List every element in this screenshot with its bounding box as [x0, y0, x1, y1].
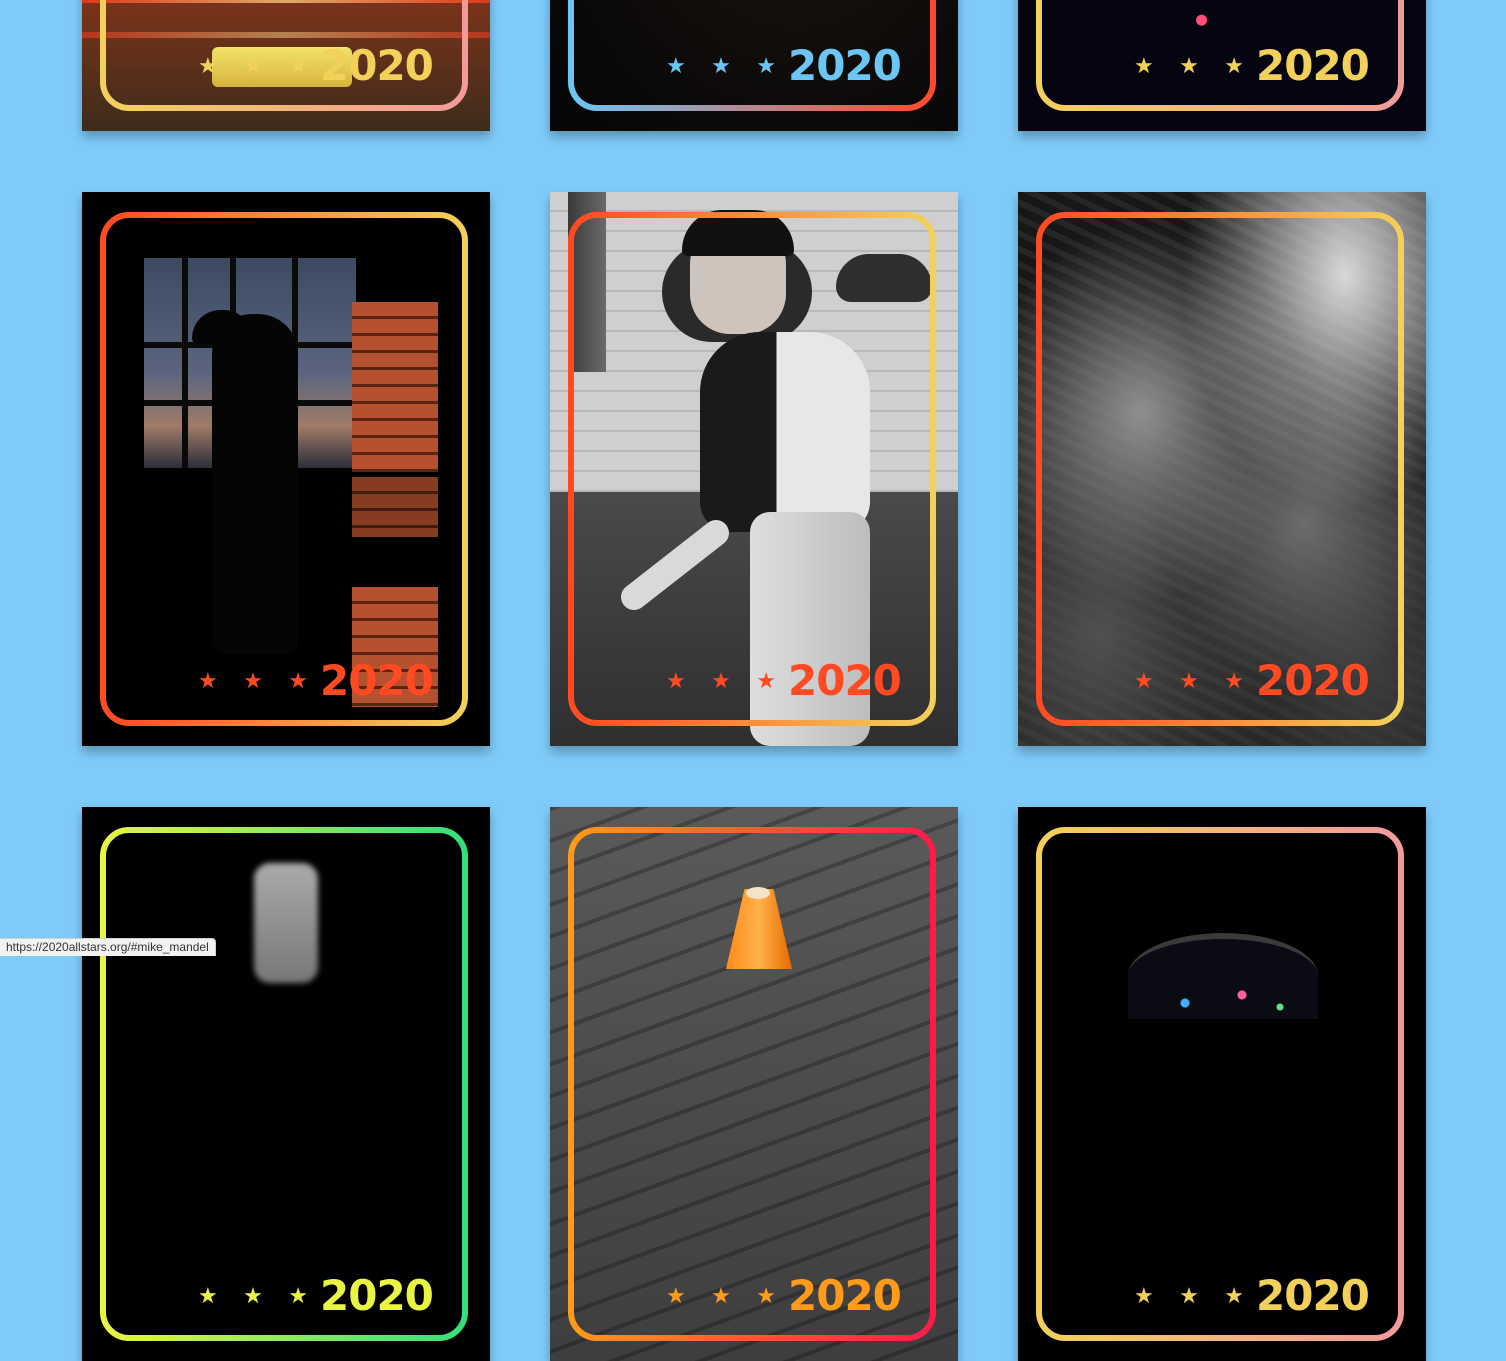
star-icon: ★ [243, 669, 263, 694]
card-year: 2020 [788, 656, 902, 705]
card-year: 2020 [788, 41, 902, 90]
star-icon: ★ [198, 669, 218, 694]
card-year: 2020 [788, 1271, 902, 1320]
star-icon: ★ [243, 1284, 263, 1309]
status-bar-url: https://2020allstars.org/#mike_mandel [0, 938, 216, 956]
card-stars: ★ ★ ★ [198, 668, 308, 696]
star-icon: ★ [1134, 669, 1154, 694]
card-year: 2020 [320, 656, 434, 705]
star-icon: ★ [666, 54, 686, 79]
player-card[interactable]: ★ ★ ★ 2020 [550, 807, 958, 1361]
star-icon: ★ [756, 1284, 776, 1309]
star-icon: ★ [1224, 1284, 1244, 1309]
star-icon: ★ [1224, 669, 1244, 694]
star-icon: ★ [1134, 54, 1154, 79]
player-card[interactable]: ★ ★ ★ 2020 [82, 192, 490, 746]
card-stars: ★ ★ ★ [198, 1283, 308, 1311]
card-stars: ★ ★ ★ [1134, 668, 1244, 696]
player-card[interactable]: ★ ★ ★ 2020 [1018, 807, 1426, 1361]
player-card[interactable]: ★ ★ ★ 2020 [82, 807, 490, 1361]
star-icon: ★ [1179, 54, 1199, 79]
card-stars: ★ ★ ★ [666, 668, 776, 696]
star-icon: ★ [198, 1284, 218, 1309]
star-icon: ★ [666, 669, 686, 694]
player-card[interactable]: ★ ★ ★ 2020 [550, 0, 958, 131]
card-stars: ★ ★ ★ [198, 53, 308, 81]
card-stars: ★ ★ ★ [666, 1283, 776, 1311]
star-icon: ★ [756, 54, 776, 79]
star-icon: ★ [1134, 1284, 1154, 1309]
card-stars: ★ ★ ★ [1134, 53, 1244, 81]
star-icon: ★ [1179, 1284, 1199, 1309]
card-year: 2020 [1256, 41, 1370, 90]
player-card[interactable]: ★ ★ ★ 2020 [82, 0, 490, 131]
player-card[interactable]: ★ ★ ★ 2020 [1018, 192, 1426, 746]
card-year: 2020 [320, 41, 434, 90]
card-grid: ★ ★ ★ 2020 ★ ★ ★ 2020 ★ ★ ★ 2020 ★ ★ ★ 2020 ★ ★ ★ 2020 ★ ★ ★ 20… [0, 0, 1506, 1361]
star-icon: ★ [243, 54, 263, 79]
player-card[interactable]: ★ ★ ★ 2020 [1018, 0, 1426, 131]
star-icon: ★ [711, 1284, 731, 1309]
star-icon: ★ [756, 669, 776, 694]
card-year: 2020 [320, 1271, 434, 1320]
star-icon: ★ [288, 54, 308, 79]
star-icon: ★ [288, 669, 308, 694]
star-icon: ★ [711, 669, 731, 694]
star-icon: ★ [1224, 54, 1244, 79]
star-icon: ★ [288, 1284, 308, 1309]
card-year: 2020 [1256, 656, 1370, 705]
card-stars: ★ ★ ★ [1134, 1283, 1244, 1311]
star-icon: ★ [1179, 669, 1199, 694]
card-year: 2020 [1256, 1271, 1370, 1320]
star-icon: ★ [711, 54, 731, 79]
player-card[interactable]: ★ ★ ★ 2020 [550, 192, 958, 746]
card-stars: ★ ★ ★ [666, 53, 776, 81]
star-icon: ★ [198, 54, 218, 79]
star-icon: ★ [666, 1284, 686, 1309]
